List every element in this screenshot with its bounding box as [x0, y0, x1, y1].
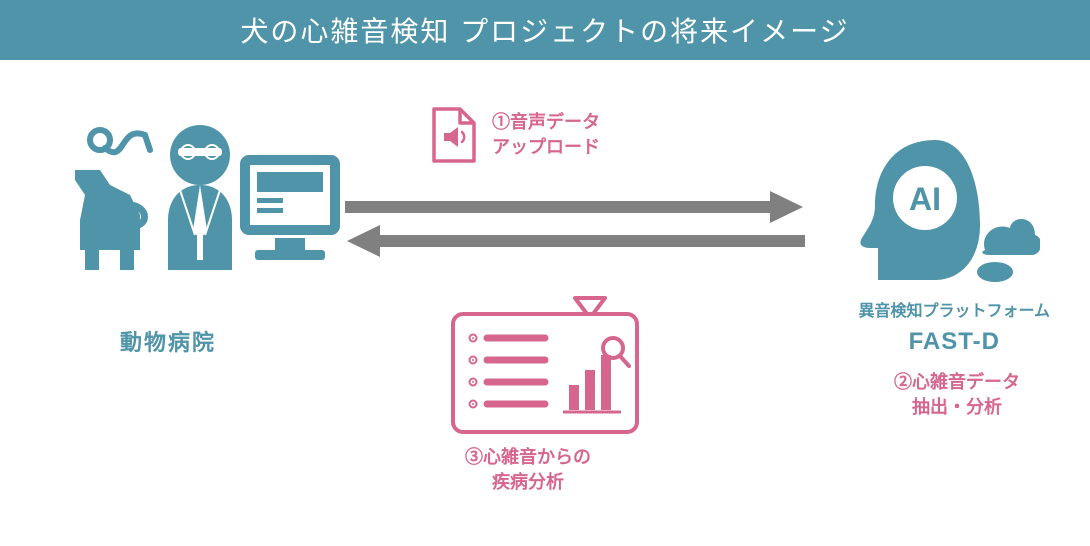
- step2-line1: ②心雑音データ: [894, 370, 1020, 395]
- dog-icon: [75, 170, 145, 270]
- cloud-icon: [977, 219, 1040, 282]
- step2-line2: 抽出・分析: [894, 395, 1020, 420]
- platform-label-big: FAST-D: [858, 324, 1050, 360]
- step2-label: ②心雑音データ 抽出・分析: [894, 370, 1020, 420]
- step1-line2: アップロード: [492, 135, 600, 160]
- analysis-report-icon: [445, 290, 645, 445]
- arrows-icon: [345, 185, 805, 270]
- step1-line1: ①音声データ: [492, 110, 600, 135]
- platform-label: 異音検知プラットフォーム FAST-D: [858, 300, 1050, 360]
- hospital-label: 動物病院: [120, 325, 216, 357]
- step3-line1: ③心雑音からの: [465, 445, 591, 470]
- ai-platform-icon-group: AI: [840, 130, 1040, 295]
- doctor-icon: [168, 125, 232, 270]
- audio-file-icon: [430, 105, 480, 165]
- monitor-icon: [245, 160, 335, 260]
- step1-label: ①音声データ アップロード: [492, 110, 600, 160]
- page-title: 犬の心雑音検知 プロジェクトの将来イメージ: [0, 0, 1090, 60]
- ai-text: AI: [909, 181, 941, 217]
- diagram-stage: 動物病院 ①音声データ アップロード: [0, 60, 1090, 546]
- stethoscope-icon: [90, 130, 150, 152]
- hospital-icon-group: [50, 120, 340, 295]
- step3-line2: 疾病分析: [465, 470, 591, 495]
- step1-group: ①音声データ アップロード: [430, 105, 600, 165]
- platform-label-line1: 異音検知プラットフォーム: [858, 300, 1050, 324]
- step3-label: ③心雑音からの 疾病分析: [465, 445, 591, 495]
